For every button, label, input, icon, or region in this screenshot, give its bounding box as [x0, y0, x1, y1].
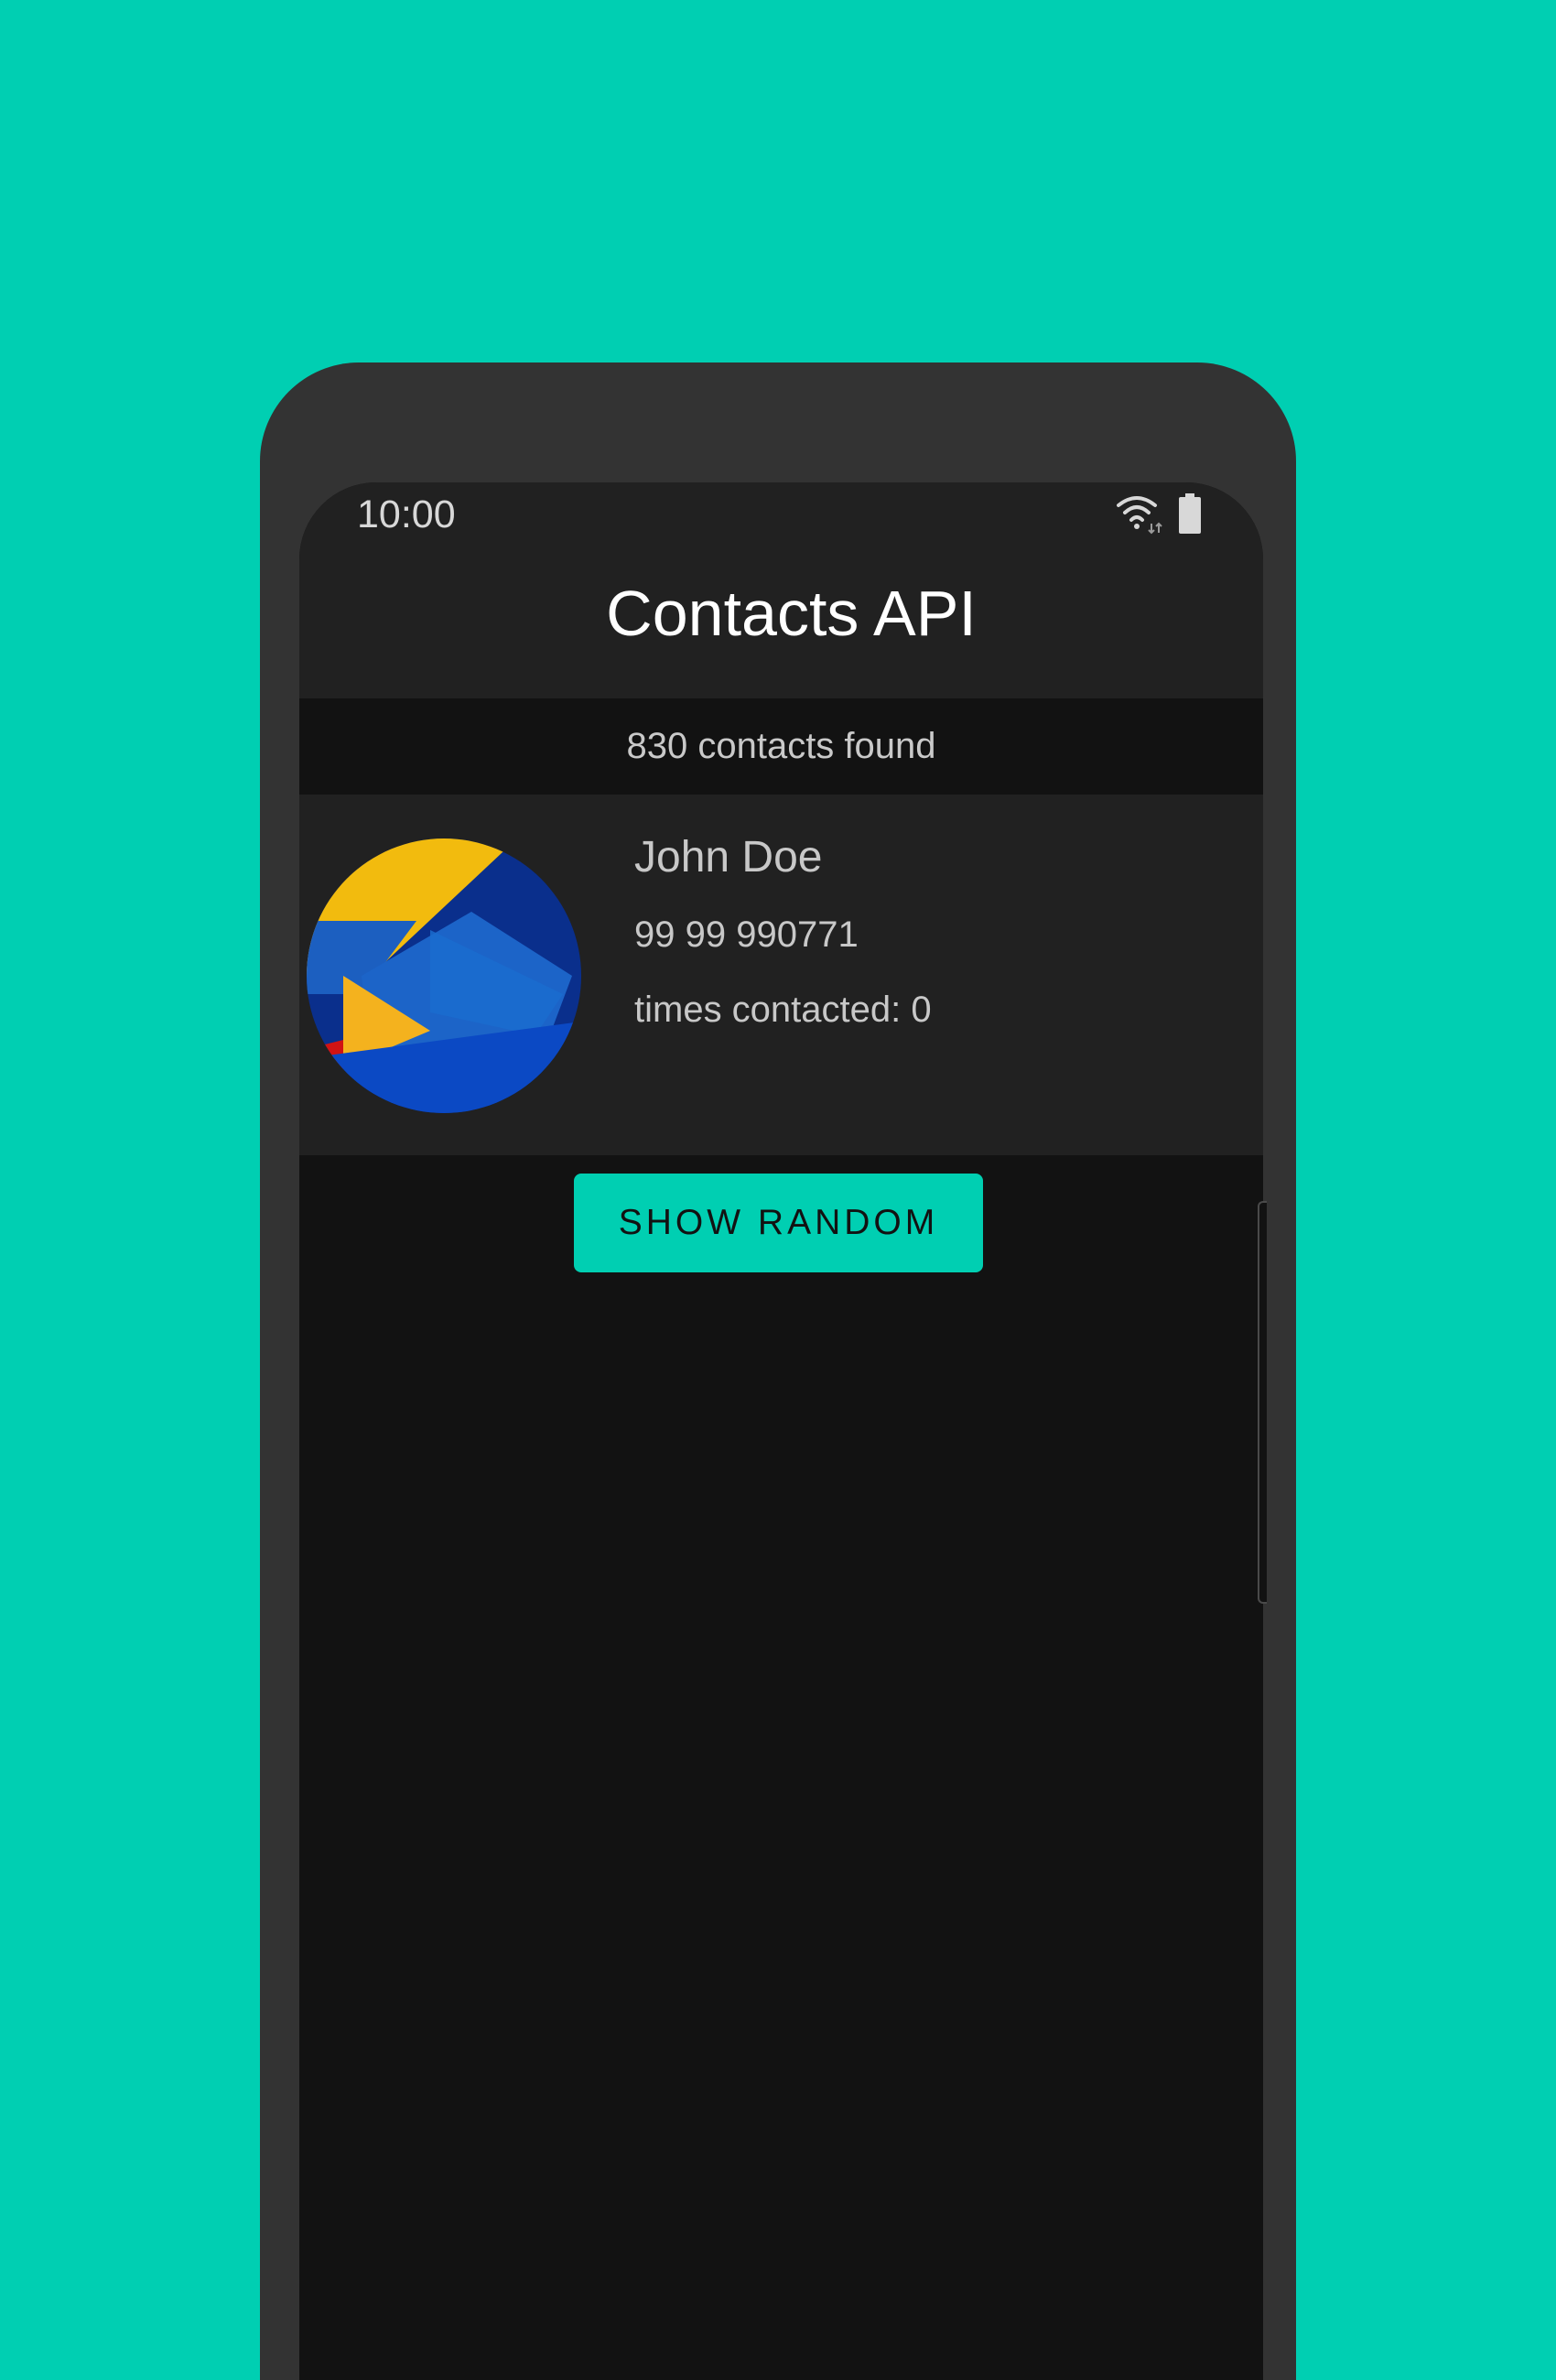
status-time: 10:00 — [357, 492, 456, 536]
phone-screen: 10:00 Contacts API 830 contacts found Jo… — [299, 482, 1263, 2380]
contacts-count-text: 830 contacts found — [626, 726, 936, 766]
contact-phone: 99 99 990771 — [634, 914, 859, 955]
battery-icon — [1179, 493, 1201, 534]
show-random-button[interactable]: SHOW RANDOM — [574, 1174, 983, 1272]
contact-photo-icon — [307, 838, 581, 1113]
side-scroll-handle[interactable] — [1258, 1201, 1267, 1604]
contact-card[interactable]: John Doe 99 99 990771 times contacted: 0 — [299, 795, 1263, 1155]
avatar — [307, 838, 581, 1113]
contact-name: John Doe — [634, 833, 823, 882]
status-bar: 10:00 — [299, 482, 1263, 546]
contacts-count-bar: 830 contacts found — [299, 698, 1263, 795]
app-bar: Contacts API — [299, 546, 1263, 698]
wifi-icon — [1117, 496, 1162, 535]
contact-times-contacted: times contacted: 0 — [634, 990, 932, 1030]
app-title: Contacts API — [606, 578, 977, 649]
